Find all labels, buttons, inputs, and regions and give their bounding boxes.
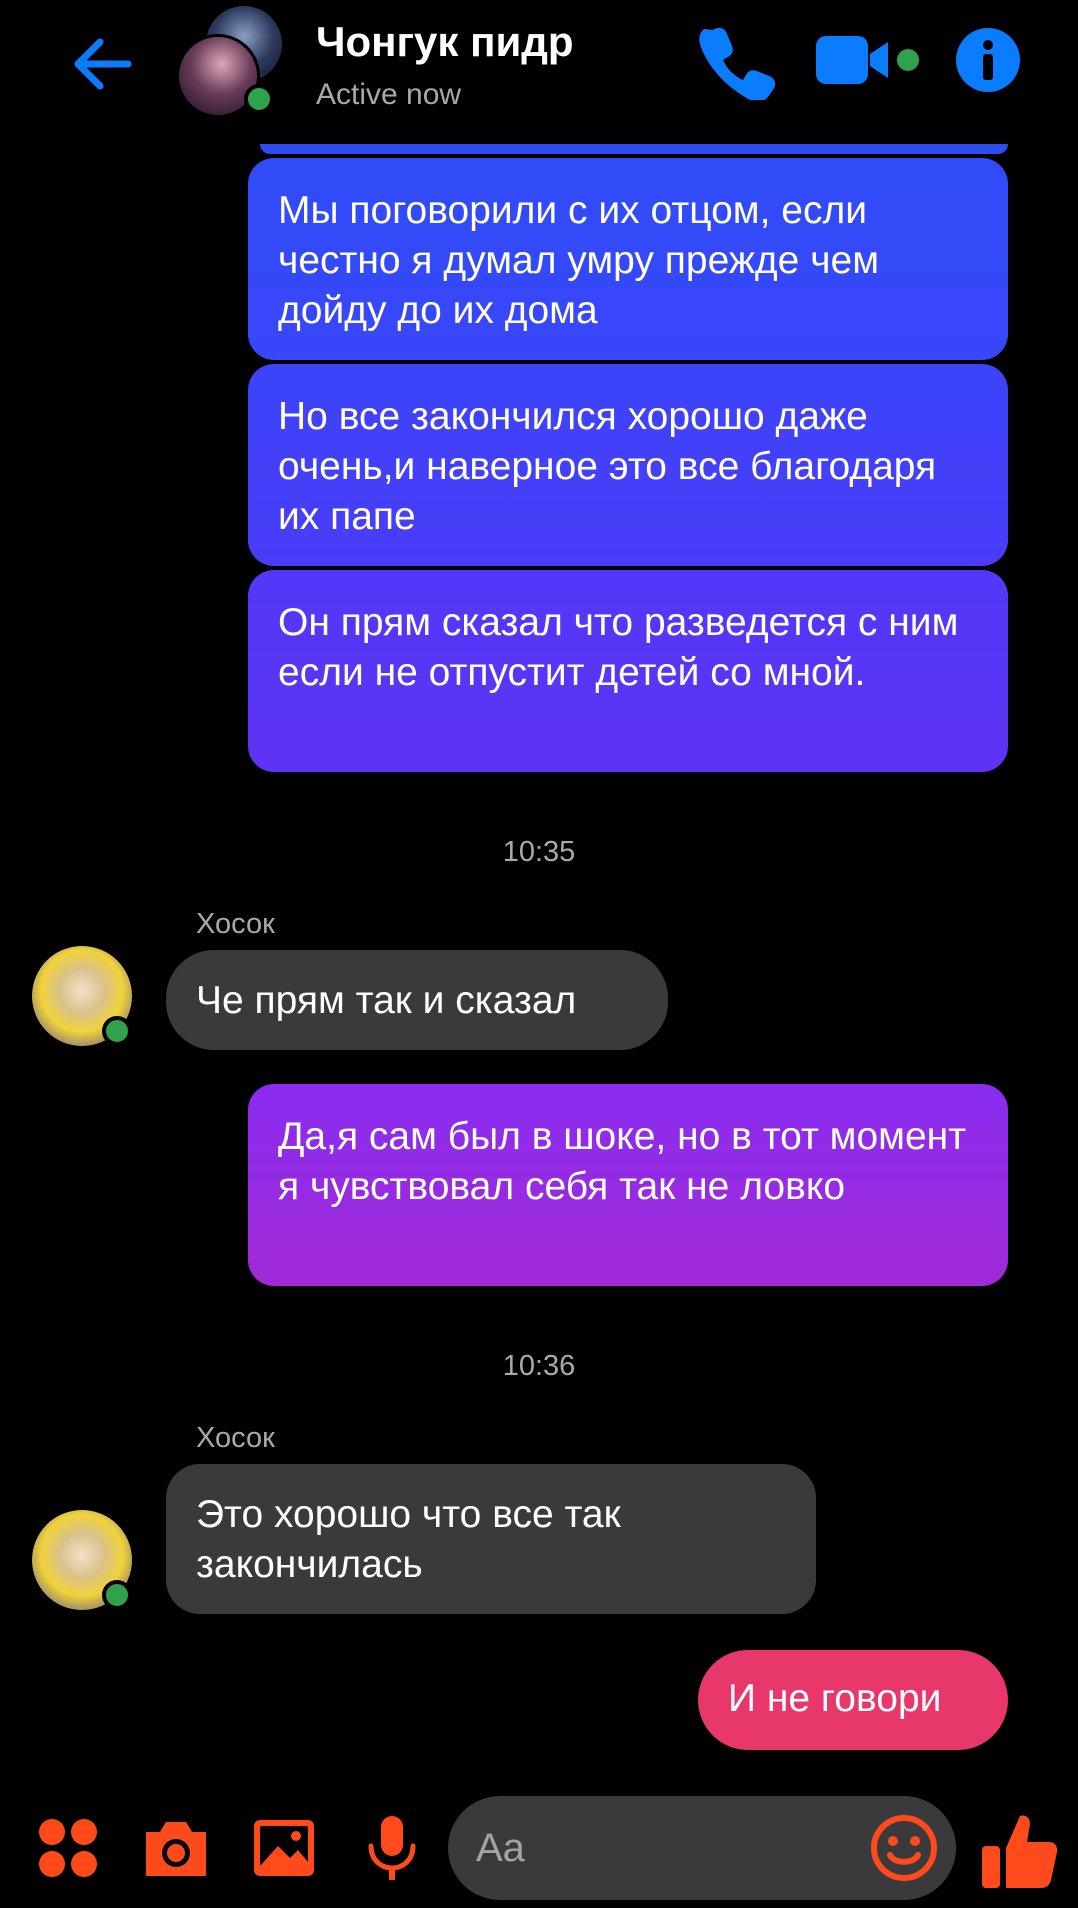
avatar[interactable]: [32, 1510, 132, 1610]
message-input[interactable]: Aa: [448, 1796, 956, 1900]
message-bubble-outgoing[interactable]: Он прям сказал что разведется с ним если…: [248, 570, 1008, 772]
message-bubble-incoming[interactable]: Че прям так и сказал: [166, 950, 668, 1050]
chat-title[interactable]: Чонгук пидр: [316, 18, 574, 66]
message-bubble-outgoing[interactable]: И не говори: [698, 1650, 1008, 1750]
timestamp: 10:36: [502, 1350, 576, 1382]
online-indicator: [244, 84, 274, 114]
video-icon[interactable]: [812, 20, 922, 100]
thumbs-up-icon[interactable]: [976, 1808, 1062, 1894]
online-indicator: [102, 1580, 132, 1610]
emoji-icon[interactable]: [866, 1810, 942, 1886]
microphone-icon[interactable]: [354, 1810, 430, 1886]
info-icon[interactable]: [954, 26, 1022, 94]
message-bubble-incoming[interactable]: Это хорошо что все так закончилась: [166, 1464, 816, 1614]
menu-dots-icon[interactable]: [30, 1810, 106, 1886]
online-indicator: [102, 1016, 132, 1046]
message-bubble-outgoing[interactable]: Да,я сам был в шоке, но в тот момент я ч…: [248, 1084, 1008, 1286]
message-input-placeholder: Aa: [476, 1826, 525, 1870]
composer-bar: Aa: [0, 1790, 1078, 1908]
phone-icon[interactable]: [695, 20, 775, 100]
chat-header: Чонгук пидр Active now: [0, 0, 1078, 130]
sender-name: Хосок: [196, 1422, 275, 1454]
image-icon[interactable]: [246, 1810, 322, 1886]
message-bubble-outgoing[interactable]: Но все закончился хорошо даже очень,и на…: [248, 364, 1008, 566]
chat-status: Active now: [316, 78, 462, 111]
message-bubble-outgoing[interactable]: Мы поговорили с их отцом, если честно я …: [248, 158, 1008, 360]
avatar[interactable]: [32, 946, 132, 1046]
group-avatar[interactable]: [176, 6, 286, 118]
sender-name: Хосок: [196, 908, 275, 940]
camera-icon[interactable]: [138, 1810, 214, 1886]
back-arrow-icon[interactable]: [66, 28, 138, 100]
timestamp: 10:35: [502, 836, 576, 868]
previous-bubble-edge: [260, 144, 1008, 154]
